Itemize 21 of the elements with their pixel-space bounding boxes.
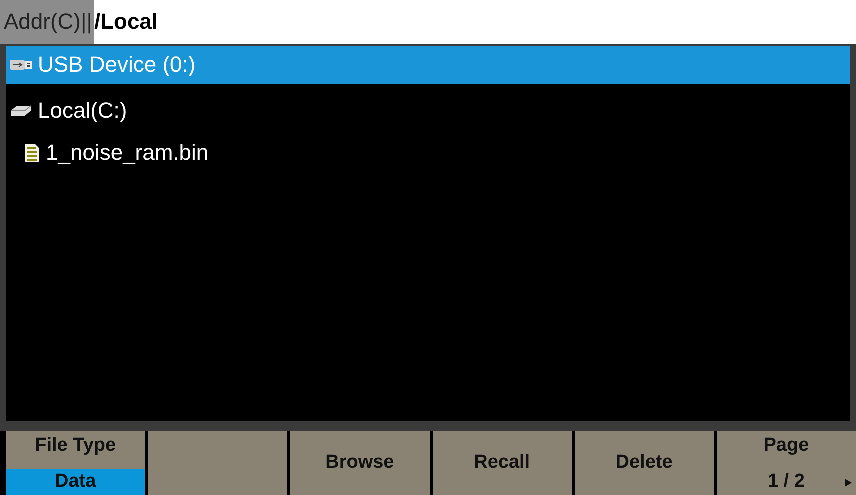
softkey[interactable]: Delete	[574, 431, 714, 495]
file-name: USB Device (0:)	[38, 52, 196, 78]
file-name: 1_noise_ram.bin	[46, 140, 209, 166]
page-softkey[interactable]: Page 1 / 2	[716, 431, 856, 495]
softkey-label: File Type	[35, 435, 116, 457]
softkey[interactable]: Browse	[290, 431, 430, 495]
softkey[interactable]: Recall	[432, 431, 572, 495]
right-arrow-icon	[845, 479, 852, 487]
file-type-softkey[interactable]: File Type Data	[6, 431, 146, 495]
file-list-item[interactable]: Local(C:)	[6, 90, 850, 132]
disk-drive-icon	[10, 105, 32, 117]
file-list-item[interactable]: USB Device (0:)	[6, 46, 850, 84]
address-label: Addr(C)||	[0, 0, 94, 44]
softkey-value: Data	[6, 469, 146, 495]
file-name: Local(C:)	[38, 98, 128, 124]
usb-stick-icon	[10, 59, 32, 71]
page-number: 1 / 2	[768, 471, 805, 493]
softkey-label: Page	[764, 435, 810, 457]
address-path: /Local	[94, 9, 158, 35]
document-icon	[24, 143, 40, 163]
file-list-item[interactable]: 1_noise_ram.bin	[6, 134, 850, 172]
